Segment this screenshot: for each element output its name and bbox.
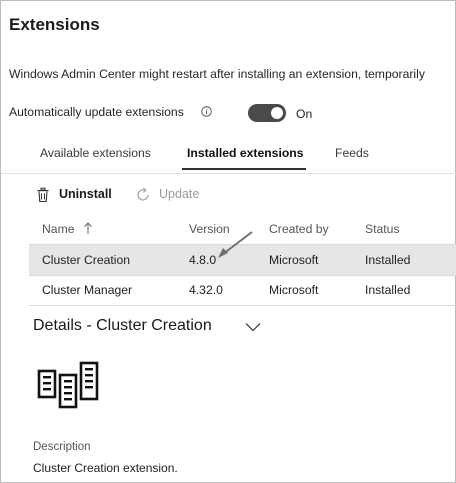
uninstall-button[interactable]: Uninstall <box>35 185 121 205</box>
refresh-icon <box>137 187 149 201</box>
info-icon[interactable] <box>201 106 212 117</box>
description-label: Description <box>33 441 91 453</box>
update-label: Update <box>159 187 200 201</box>
tab-installed-extensions[interactable]: Installed extensions <box>187 146 304 160</box>
extensions-panel: Extensions Windows Admin Center might re… <box>0 0 456 483</box>
cluster-servers-icon <box>37 361 99 409</box>
tabs-divider <box>1 173 456 174</box>
table-row[interactable]: Cluster Manager 4.32.0 Microsoft Install… <box>29 275 456 306</box>
auto-update-label: Automatically update extensions <box>9 105 184 119</box>
row-status: Installed <box>365 253 411 267</box>
chevron-down-icon[interactable] <box>245 322 261 332</box>
update-button[interactable]: Update <box>135 185 215 205</box>
row-version: 4.8.0 <box>189 253 217 267</box>
auto-update-toggle[interactable] <box>248 104 286 122</box>
row-status: Installed <box>365 283 411 297</box>
trash-icon <box>37 187 49 203</box>
toggle-state-label: On <box>296 107 313 121</box>
toggle-knob <box>271 107 283 119</box>
tab-feeds[interactable]: Feeds <box>335 146 369 160</box>
row-version: 4.32.0 <box>189 283 223 297</box>
active-tab-indicator <box>182 168 306 170</box>
row-created-by: Microsoft <box>269 253 319 267</box>
row-name: Cluster Creation <box>42 253 131 267</box>
details-title: Details - Cluster Creation <box>33 317 212 334</box>
tab-available-extensions[interactable]: Available extensions <box>40 146 151 160</box>
callout-arrow-icon <box>218 231 253 258</box>
description-text: Cluster Creation extension. <box>33 461 178 475</box>
column-header-status[interactable]: Status <box>365 222 400 236</box>
row-name: Cluster Manager <box>42 283 133 297</box>
row-created-by: Microsoft <box>269 283 319 297</box>
sort-ascending-icon[interactable] <box>83 222 93 235</box>
column-header-name[interactable]: Name <box>42 222 75 236</box>
uninstall-label: Uninstall <box>59 187 112 201</box>
restart-warning-banner: Windows Admin Center might restart after… <box>9 67 425 81</box>
page-title: Extensions <box>9 15 100 34</box>
column-header-created-by[interactable]: Created by <box>269 222 329 236</box>
